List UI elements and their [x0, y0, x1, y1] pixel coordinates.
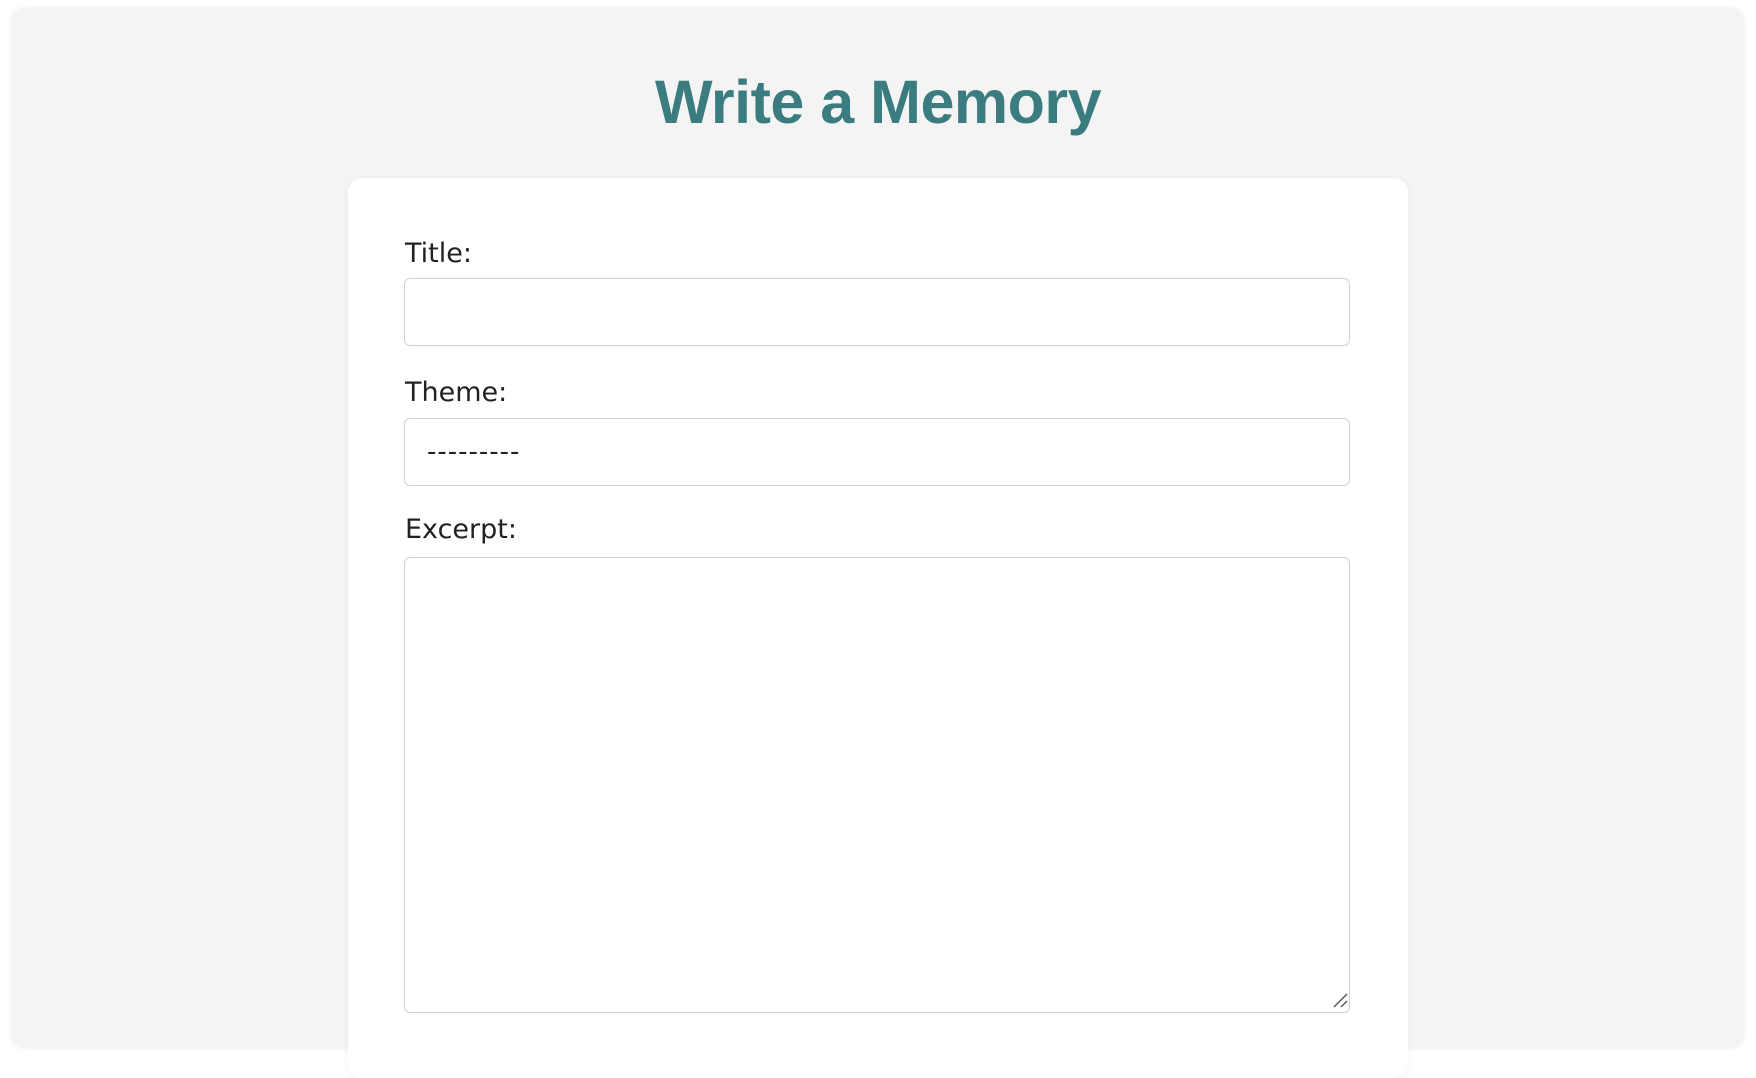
excerpt-textarea[interactable] — [404, 557, 1350, 1013]
excerpt-label: Excerpt: — [405, 514, 517, 545]
theme-label: Theme: — [405, 377, 508, 408]
resize-grip-icon-svg — [1333, 993, 1348, 1008]
page-title: Write a Memory — [654, 68, 1102, 136]
title-label: Title: — [405, 238, 472, 269]
title-input[interactable] — [404, 278, 1350, 346]
memory-form: Title: Theme: --------- Excerpt: — [348, 178, 1408, 1078]
theme-select[interactable]: --------- — [404, 418, 1350, 486]
resize-grip-icon[interactable] — [1332, 992, 1348, 1008]
